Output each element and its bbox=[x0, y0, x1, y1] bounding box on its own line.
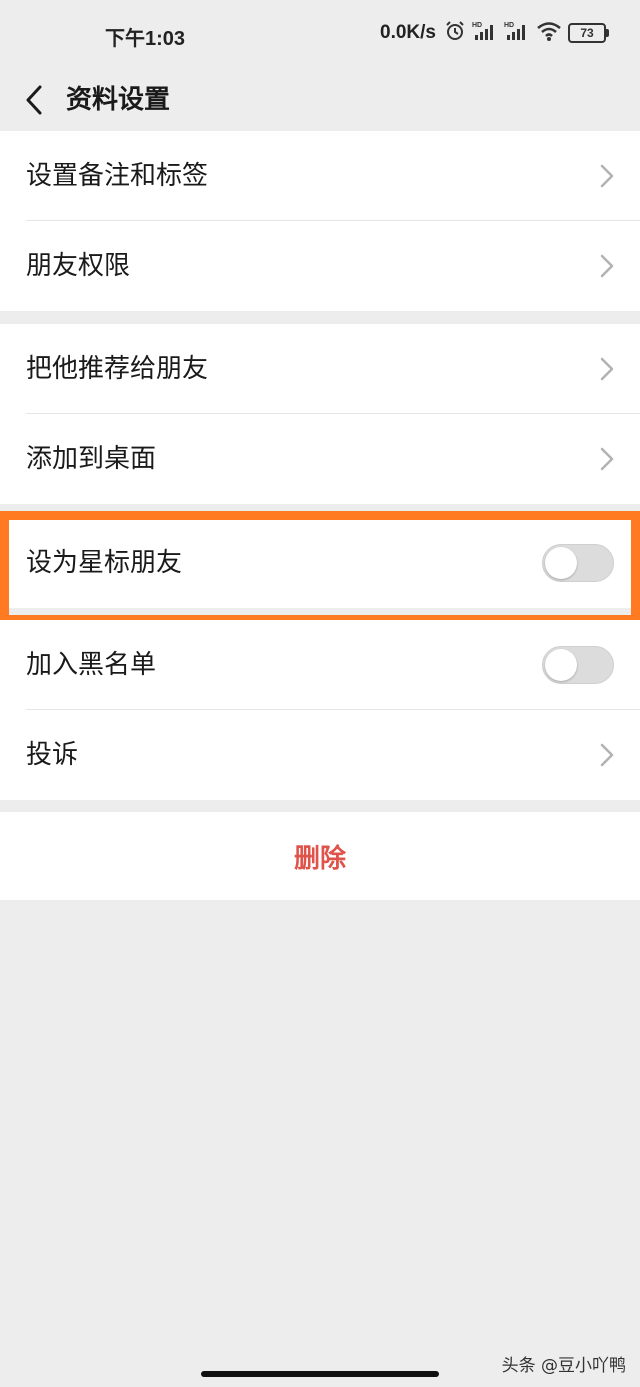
svg-text:HD: HD bbox=[504, 22, 514, 29]
settings-group-2: 把他推荐给朋友 添加到桌面 bbox=[0, 324, 640, 504]
menu-item-star-friend: 设为星标朋友 bbox=[0, 518, 640, 608]
delete-button[interactable]: 删除 bbox=[0, 812, 640, 900]
chevron-right-icon bbox=[600, 357, 614, 381]
signal-hd-icon: HD bbox=[504, 20, 530, 46]
toggle-knob bbox=[545, 547, 577, 579]
status-time: 下午1:03 bbox=[105, 28, 186, 50]
menu-item-label: 设为星标朋友 bbox=[26, 548, 183, 578]
settings-group-3: 设为星标朋友 bbox=[0, 518, 640, 608]
signal-hd-icon: HD bbox=[472, 20, 498, 46]
menu-item-label: 设置备注和标签 bbox=[26, 161, 209, 191]
back-button[interactable] bbox=[14, 76, 54, 124]
delete-group: 删除 bbox=[0, 812, 640, 900]
chevron-right-icon bbox=[600, 254, 614, 278]
page-title: 资料设置 bbox=[66, 85, 171, 115]
net-speed: 0.0K/s bbox=[380, 22, 436, 43]
menu-item-friend-permissions[interactable]: 朋友权限 bbox=[0, 221, 640, 311]
battery-icon: 73 bbox=[568, 23, 609, 43]
settings-group-4: 加入黑名单 投诉 bbox=[0, 620, 640, 800]
menu-item-complain[interactable]: 投诉 bbox=[0, 710, 640, 800]
menu-item-remark-tags[interactable]: 设置备注和标签 bbox=[0, 131, 640, 221]
chevron-right-icon bbox=[600, 164, 614, 188]
menu-item-add-to-desktop[interactable]: 添加到桌面 bbox=[0, 414, 640, 504]
menu-item-label: 添加到桌面 bbox=[26, 444, 157, 474]
chevron-right-icon bbox=[600, 447, 614, 471]
nav-bar: 资料设置 bbox=[0, 70, 640, 130]
status-bar: 下午1:03 0.0K/s HD HD 73 bbox=[0, 0, 640, 70]
alarm-icon bbox=[444, 20, 466, 46]
home-indicator[interactable] bbox=[201, 1371, 439, 1377]
menu-item-recommend-friend[interactable]: 把他推荐给朋友 bbox=[0, 324, 640, 414]
menu-item-blacklist: 加入黑名单 bbox=[0, 620, 640, 710]
blacklist-toggle[interactable] bbox=[542, 646, 614, 684]
menu-item-label: 朋友权限 bbox=[26, 251, 131, 281]
watermark: 头条 @豆小吖鸭 bbox=[501, 1356, 626, 1376]
status-icons: 0.0K/s HD HD 73 bbox=[380, 20, 609, 46]
chevron-left-icon bbox=[26, 85, 42, 115]
settings-group-1: 设置备注和标签 朋友权限 bbox=[0, 131, 640, 311]
toggle-knob bbox=[545, 649, 577, 681]
chevron-right-icon bbox=[600, 743, 614, 767]
wifi-icon bbox=[536, 20, 562, 46]
menu-item-label: 投诉 bbox=[26, 740, 79, 770]
star-friend-toggle[interactable] bbox=[542, 544, 614, 582]
svg-text:HD: HD bbox=[472, 22, 482, 29]
menu-item-label: 加入黑名单 bbox=[26, 650, 157, 680]
menu-item-label: 把他推荐给朋友 bbox=[26, 354, 209, 384]
